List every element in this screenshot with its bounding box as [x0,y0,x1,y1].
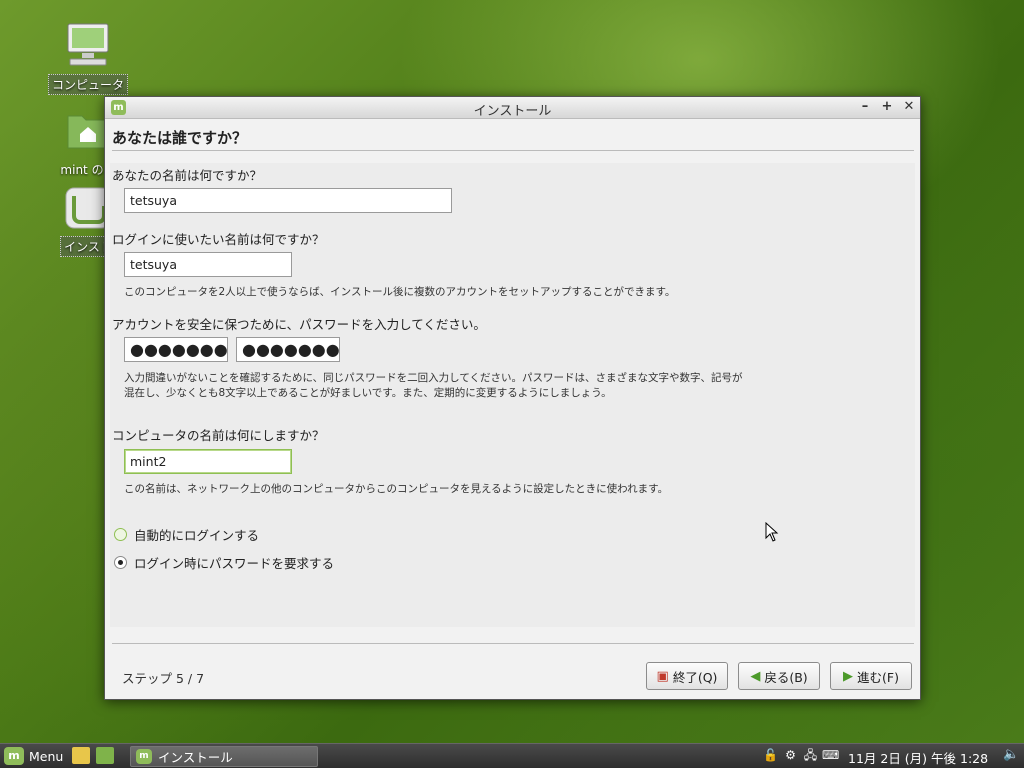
taskbar-window-installer[interactable]: m インストール [130,746,318,767]
title-bar[interactable]: m インストール – + ✕ [105,97,920,119]
text-editor-launcher-icon[interactable] [72,747,90,764]
hostname-note: この名前は、ネットワーク上の他のコンピュータからこのコンピュータを見えるように設… [124,483,669,495]
mint-menu-icon: m [4,747,24,765]
mouse-cursor-icon [765,522,779,542]
divider [112,150,914,151]
mint-logo-icon: m [136,749,152,764]
password-note-line2: 混在し、少なくとも8文字以上であることが好ましいです。また、定期的に変更するよう… [124,387,612,399]
page-heading: あなたは誰ですか？ [112,129,248,147]
minimize-button[interactable]: – [858,99,872,115]
taskbar-window-label: インストール [158,750,233,765]
back-label: 戻る(B) [764,669,808,685]
close-button[interactable]: ✕ [902,99,916,115]
desktop-icon-label: コンピュータ [47,74,128,95]
radio-label: ログイン時にパスワードを要求する [134,556,335,571]
lock-icon[interactable]: 🔓 [762,747,779,764]
terminal-launcher-icon[interactable] [96,747,114,764]
network-icon[interactable]: 🖧 [802,747,819,764]
radio-indicator-selected [114,556,127,569]
radio-label: 自動的にログインする [134,528,260,543]
quit-icon: ▣ [656,668,669,684]
update-manager-icon[interactable]: ⚙ [782,747,799,764]
auto-login-radio[interactable]: 自動的にログインする [114,525,259,544]
step-indicator: ステップ 5 / 7 [122,671,205,686]
require-password-radio[interactable]: ログイン時にパスワードを要求する [114,553,334,572]
arrow-right-icon: ▶ [843,668,854,684]
password-note-line1: 入力間違いがないことを確認するために、同じパスワードを二回入力してください。パス… [124,372,743,384]
username-input[interactable]: tetsuya [124,252,292,277]
back-button[interactable]: ◀ 戻る(B) [738,662,820,690]
clock[interactable]: 11月 2日 (月) 午後 1:28 [848,748,988,767]
radio-indicator [114,528,127,541]
login-question: ログインに使いたい名前は何ですか？ [112,232,325,247]
maximize-button[interactable]: + [880,99,894,115]
desktop-icon-computer[interactable]: コンピュータ [43,22,133,95]
computer-icon [64,22,112,70]
footer-divider [112,643,914,644]
window-title: インストール [473,104,552,119]
menu-label: Menu [29,748,64,764]
menu-button[interactable]: m Menu [4,746,63,766]
hostname-input[interactable]: mint2 [124,449,292,474]
keyboard-icon[interactable]: ⌨ [822,747,839,764]
quit-button[interactable]: ▣ 終了(Q) [646,662,728,690]
hostname-question: コンピュータの名前は何にしますか？ [112,428,325,443]
full-name-input[interactable]: tetsuya [124,188,452,213]
password-question: アカウントを安全に保つために、パスワードを入力してください。 [112,317,486,332]
volume-icon[interactable]: 🔈 [1003,747,1019,762]
system-tray: 🔓 ⚙ 🖧 ⌨ [762,747,839,764]
user-form: あなたの名前は何ですか？ tetsuya ログインに使いたい名前は何ですか？ t… [110,163,915,627]
installer-window: m インストール – + ✕ あなたは誰ですか？ あなたの名前は何ですか？ te… [104,96,921,700]
name-question: あなたの名前は何ですか？ [112,168,263,183]
quit-label: 終了(Q) [672,669,718,685]
forward-label: 進む(F) [857,669,899,685]
password-confirm-input[interactable]: ●●●●●●●● [236,337,340,362]
forward-button[interactable]: ▶ 進む(F) [830,662,912,690]
taskbar: m Menu m インストール 🔓 ⚙ 🖧 ⌨ 11月 2日 (月) 午後 1:… [0,743,1024,768]
password-input[interactable]: ●●●●●●●● [124,337,228,362]
arrow-left-icon: ◀ [750,668,761,684]
login-note: このコンピュータを2人以上で使うならば、インストール後に複数のアカウントをセット… [124,286,676,298]
